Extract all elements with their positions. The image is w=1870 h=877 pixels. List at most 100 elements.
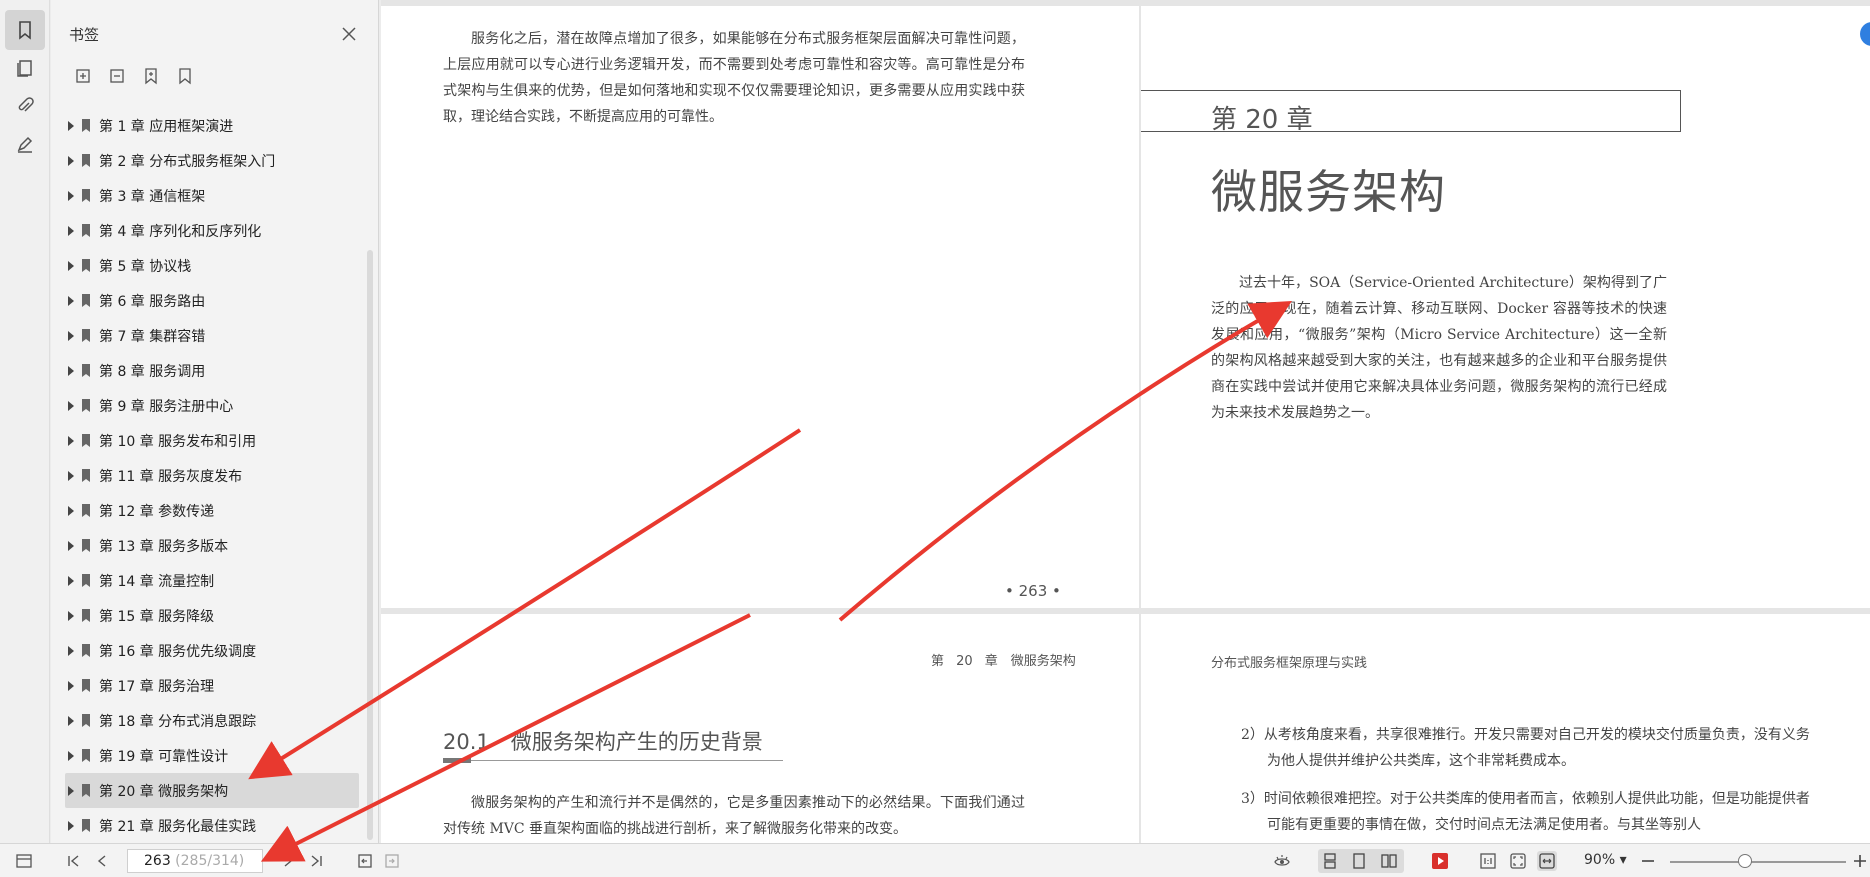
eye-care-icon[interactable] [1272,851,1292,871]
first-page-icon[interactable] [64,851,84,871]
expand-arrow-icon[interactable] [68,400,74,411]
zoom-level: 90% [1584,852,1616,868]
expand-arrow-icon[interactable] [68,680,74,691]
expand-arrow-icon[interactable] [68,435,74,446]
bookmark-icon [82,259,90,272]
bookmark-item[interactable]: 第 6 章 服务路由 [65,283,359,318]
fit-page-icon[interactable] [1508,851,1528,871]
bookmark-item[interactable]: 第 20 章 微服务架构 [65,773,359,808]
expand-all-icon[interactable] [73,66,93,86]
zoom-in-icon[interactable] [1850,851,1870,871]
expand-arrow-icon[interactable] [68,785,74,796]
chapter-header-box: 第 20 章 [1141,90,1681,135]
expand-arrow-icon[interactable] [68,330,74,341]
expand-arrow-icon[interactable] [68,715,74,726]
page-number-input[interactable]: 263 (285/314) [127,849,263,873]
bookmark-icon [82,154,90,167]
bookmark-item[interactable]: 第 4 章 序列化和反序列化 [65,213,359,248]
page-263: 服务化之后，潜在故障点增加了很多，如果能够在分布式服务框架层面解决可靠性问题，上… [381,6,1139,608]
expand-arrow-icon[interactable] [68,120,74,131]
go-forward-icon[interactable] [382,851,402,871]
bookmark-icon [82,749,90,762]
expand-arrow-icon[interactable] [68,190,74,201]
bookmark-label: 第 15 章 服务降级 [99,608,215,625]
bookmark-item[interactable]: 第 1 章 应用框架演进 [65,108,359,143]
list-item-text: 2）从考核角度来看，共享很难推行。开发只需要对自己开发的模块交付质量负责，没有义… [1241,727,1810,769]
paragraph: 过去十年，SOA（Service-Oriented Architecture）架… [1211,275,1667,421]
two-page-view-icon[interactable] [1379,851,1399,871]
running-head: 分布式服务框架原理与实践 [1211,656,1368,671]
close-icon[interactable] [339,24,359,44]
collapse-all-icon[interactable] [107,66,127,86]
bookmark-item[interactable]: 第 17 章 服务治理 [65,668,359,703]
thumbnail-panel-icon[interactable] [5,48,45,88]
bookmark-label: 第 3 章 通信框架 [99,188,206,205]
next-page-icon[interactable] [278,851,298,871]
bookmark-item[interactable]: 第 18 章 分布式消息跟踪 [65,703,359,738]
expand-arrow-icon[interactable] [68,225,74,236]
zoom-slider-handle[interactable] [1738,854,1752,868]
signature-icon[interactable] [5,124,45,164]
bookmark-item[interactable]: 第 3 章 通信框架 [65,178,359,213]
zoom-level-dropdown[interactable]: 90% ▾ [1584,852,1627,868]
list-item: 3）时间依赖很难把控。对于公共类库的使用者而言，依赖别人提供此功能，但是功能提供… [1241,786,1821,838]
bookmark-panel-icon[interactable] [5,10,45,50]
last-page-icon[interactable] [306,851,326,871]
bookmark-label: 第 20 章 微服务架构 [99,783,229,800]
bookmark-icon [82,364,90,377]
bookmark-label: 第 12 章 参数传递 [99,503,215,520]
bookmark-item[interactable]: 第 13 章 服务多版本 [65,528,359,563]
bookmark-item[interactable]: 第 12 章 参数传递 [65,493,359,528]
attachment-icon[interactable] [5,86,45,126]
expand-arrow-icon[interactable] [68,470,74,481]
expand-arrow-icon[interactable] [68,260,74,271]
bookmark-item[interactable]: 第 21 章 服务化最佳实践 [65,808,359,843]
go-back-icon[interactable] [355,851,375,871]
bookmark-label: 第 10 章 服务发布和引用 [99,433,257,450]
expand-arrow-icon[interactable] [68,505,74,516]
bookmark-item[interactable]: 第 15 章 服务降级 [65,598,359,633]
play-slideshow-icon[interactable] [1430,851,1450,871]
bookmark-item[interactable]: 第 11 章 服务灰度发布 [65,458,359,493]
bookmark-item[interactable]: 第 14 章 流量控制 [65,563,359,598]
bookmark-item[interactable]: 第 8 章 服务调用 [65,353,359,388]
bookmark-item[interactable]: 第 9 章 服务注册中心 [65,388,359,423]
expand-arrow-icon[interactable] [68,750,74,761]
expand-arrow-icon[interactable] [68,540,74,551]
expand-arrow-icon[interactable] [68,820,74,831]
page-count: (285/314) [170,853,245,869]
fit-width-icon[interactable] [1537,851,1557,871]
chapter-title: 微服务架构 [1211,165,1446,219]
previous-page-icon[interactable] [92,851,112,871]
expand-arrow-icon[interactable] [68,610,74,621]
panel-scrollbar[interactable] [367,250,373,840]
expand-arrow-icon[interactable] [68,155,74,166]
bookmark-item[interactable]: 第 10 章 服务发布和引用 [65,423,359,458]
zoom-out-icon[interactable] [1638,851,1658,871]
bookmark-item[interactable]: 第 2 章 分布式服务框架入门 [65,143,359,178]
bookmark-item[interactable]: 第 16 章 服务优先级调度 [65,633,359,668]
page-number: • 263 • [1005,582,1061,600]
actual-size-icon[interactable] [1478,851,1498,871]
expand-arrow-icon[interactable] [68,575,74,586]
section-rule [443,760,783,761]
sidebar-toggle-icon[interactable] [14,851,34,871]
zoom-slider-track[interactable] [1670,861,1846,863]
bookmark-icon[interactable] [175,66,195,86]
bookmark-icon [82,189,90,202]
expand-arrow-icon[interactable] [68,645,74,656]
expand-arrow-icon[interactable] [68,295,74,306]
bookmark-toolbar [73,66,195,86]
bookmark-item[interactable]: 第 19 章 可靠性设计 [65,738,359,773]
single-page-icon[interactable] [1349,851,1369,871]
bookmark-icon [82,609,90,622]
bookmark-item[interactable]: 第 7 章 集群容错 [65,318,359,353]
bookmark-label: 第 14 章 流量控制 [99,573,215,590]
add-bookmark-icon[interactable] [141,66,161,86]
continuous-view-icon[interactable] [1320,851,1340,871]
expand-arrow-icon[interactable] [68,365,74,376]
bookmark-label: 第 4 章 序列化和反序列化 [99,223,262,240]
current-page: 263 [144,853,171,869]
bookmark-icon [82,714,90,727]
bookmark-item[interactable]: 第 5 章 协议栈 [65,248,359,283]
